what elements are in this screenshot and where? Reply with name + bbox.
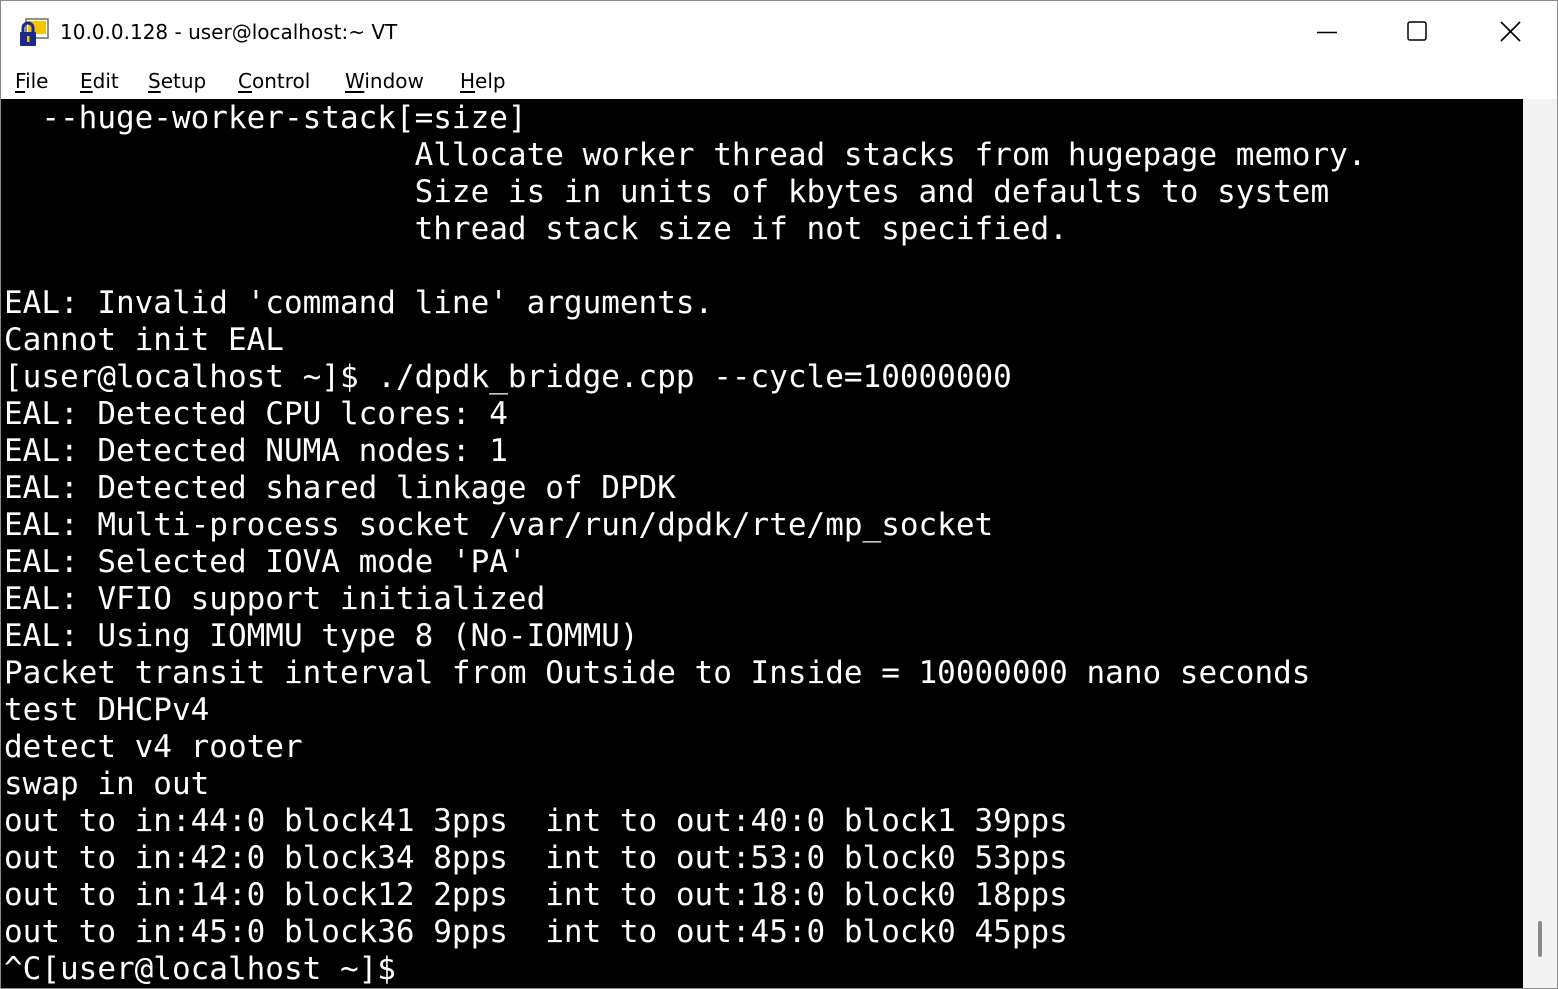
menu-setup[interactable]: Setup (148, 67, 206, 95)
terminal-window: 10.0.0.128 - user@localhost:~ VT File Ed… (0, 0, 1558, 989)
title-bar[interactable]: 10.0.0.128 - user@localhost:~ VT (1, 1, 1557, 63)
scrollbar-thumb[interactable] (1538, 921, 1542, 957)
menu-file[interactable]: File (15, 67, 48, 95)
terminal-line: EAL: Multi-process socket /var/run/dpdk/… (4, 507, 994, 543)
terminal-line: [user@localhost ~]$ ./dpdk_bridge.cpp --… (4, 359, 1012, 395)
menu-help[interactable]: Help (460, 67, 506, 95)
teraterm-lock-icon[interactable] (18, 18, 50, 48)
minimize-icon (1317, 31, 1337, 34)
terminal-line: Size is in units of kbytes and defaults … (4, 174, 1330, 210)
terminal-line: EAL: Using IOMMU type 8 (No-IOMMU) (4, 618, 639, 654)
terminal-output[interactable]: --huge-worker-stack[=size] Allocate work… (1, 99, 1523, 988)
maximize-icon (1407, 21, 1427, 41)
menu-control[interactable]: Control (238, 67, 310, 95)
terminal-line: EAL: Selected IOVA mode 'PA' (4, 544, 527, 580)
terminal-line: out to in:14:0 block12 2pps int to out:1… (4, 877, 1068, 913)
terminal-line: Allocate worker thread stacks from hugep… (4, 137, 1367, 173)
terminal-line: EAL: Detected CPU lcores: 4 (4, 396, 508, 432)
terminal-line: out to in:44:0 block41 3pps int to out:4… (4, 803, 1068, 839)
terminal-line: out to in:42:0 block34 8pps int to out:5… (4, 840, 1068, 876)
terminal-line: --huge-worker-stack[=size] (4, 100, 527, 136)
terminal-line: EAL: VFIO support initialized (4, 581, 546, 617)
terminal-line: EAL: Invalid 'command line' arguments. (4, 285, 714, 321)
close-icon (1500, 21, 1521, 42)
terminal-line: Cannot init EAL (4, 322, 284, 358)
terminal-line: thread stack size if not specified. (4, 211, 1068, 247)
menu-window[interactable]: Window (345, 67, 424, 95)
terminal-line: EAL: Detected shared linkage of DPDK (4, 470, 676, 506)
maximize-button[interactable] (1372, 1, 1464, 63)
terminal-line: swap in out (4, 766, 210, 802)
terminal-line: Packet transit interval from Outside to … (4, 655, 1311, 691)
terminal-line: test DHCPv4 (4, 692, 210, 728)
terminal-line: out to in:45:0 block36 9pps int to out:4… (4, 914, 1068, 950)
vertical-scrollbar[interactable] (1523, 99, 1557, 988)
terminal-line: EAL: Detected NUMA nodes: 1 (4, 433, 508, 469)
terminal-line: detect v4 rooter (4, 729, 303, 765)
minimize-button[interactable] (1281, 1, 1373, 63)
close-button[interactable] (1464, 1, 1556, 63)
window-title: 10.0.0.128 - user@localhost:~ VT (60, 20, 398, 44)
terminal-prompt-line: ^C[user@localhost ~]$ (4, 951, 415, 987)
menu-edit[interactable]: Edit (80, 67, 119, 95)
menu-bar: File Edit Setup Control Window Help (1, 63, 1557, 99)
